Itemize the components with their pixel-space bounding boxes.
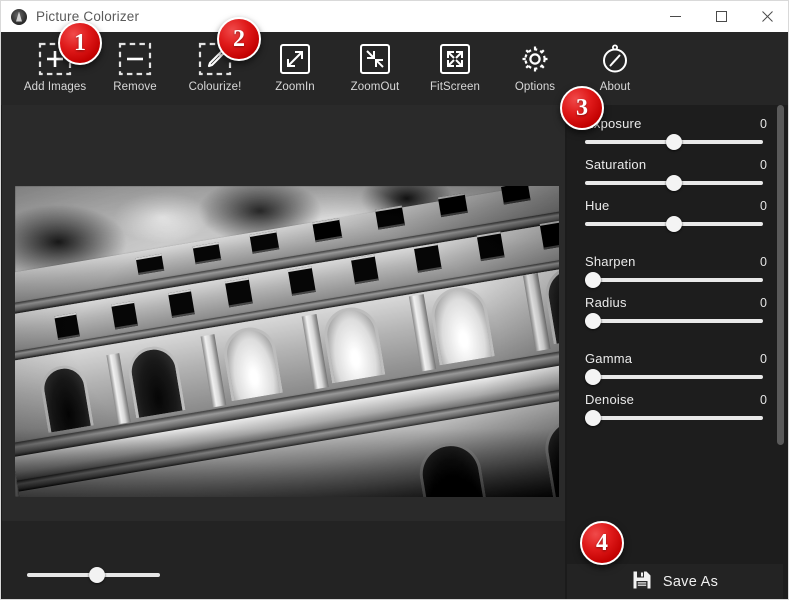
remove-icon: [114, 38, 156, 80]
slider-value-hue: 0: [760, 199, 767, 213]
title-bar: Picture Colorizer: [1, 1, 788, 32]
colosseum-photo: [15, 186, 559, 497]
close-icon[interactable]: [744, 1, 788, 32]
gear-icon: [514, 38, 556, 80]
callout-badge-1: 1: [58, 21, 102, 65]
scrollbar-thumb[interactable]: [777, 105, 784, 445]
toolbar-label-zoomout: ZoomOut: [350, 81, 400, 93]
toolbar-label-fitscreen: FitScreen: [429, 81, 481, 93]
slider-track-sharpen[interactable]: [585, 272, 763, 288]
slider-track-gamma[interactable]: [585, 369, 763, 385]
image-canvas[interactable]: [2, 105, 565, 521]
callout-badge-4: 4: [580, 521, 624, 565]
slider-value-radius: 0: [760, 296, 767, 310]
slider-label-sharpen: Sharpen: [585, 254, 636, 269]
slider-track-hue[interactable]: [585, 216, 763, 232]
slider-label-hue: Hue: [585, 198, 610, 213]
slider-group-sharpen: Sharpen 0 Radius 0: [567, 243, 788, 335]
slider-thumb-hue[interactable]: [666, 216, 682, 232]
slider-row-saturation[interactable]: Saturation 0: [567, 150, 788, 191]
toolbar-button-zoomin[interactable]: ZoomIn: [255, 38, 335, 104]
slider-track-saturation[interactable]: [585, 175, 763, 191]
toolbar-label-add-images: Add Images: [23, 81, 87, 93]
slider-thumb-exposure[interactable]: [666, 134, 682, 150]
slider-group-tone: Gamma 0 Denoise 0: [567, 340, 788, 432]
toolbar-label-zoomin: ZoomIn: [275, 81, 315, 93]
slider-row-gamma[interactable]: Gamma 0: [567, 344, 788, 385]
window-controls: [652, 1, 788, 32]
slider-track-exposure[interactable]: [585, 134, 763, 150]
slider-value-sharpen: 0: [760, 255, 767, 269]
slider-track-denoise[interactable]: [585, 410, 763, 426]
slider-value-denoise: 0: [760, 393, 767, 407]
zoom-slider-thumb[interactable]: [89, 567, 105, 583]
app-logo-icon: [11, 8, 27, 25]
slider-thumb-sharpen[interactable]: [585, 272, 601, 288]
toolbar-label-remove: Remove: [113, 81, 157, 93]
vertical-scrollbar[interactable]: [777, 105, 784, 599]
slider-row-sharpen[interactable]: Sharpen 0: [567, 247, 788, 288]
slider-value-exposure: 0: [760, 117, 767, 131]
toolbar-label-colourize: Colourize!: [188, 81, 242, 93]
toolbar-button-fitscreen[interactable]: FitScreen: [415, 38, 495, 104]
slider-row-radius[interactable]: Radius 0: [567, 288, 788, 329]
zoom-in-icon: [274, 38, 316, 80]
toolbar-label-options: Options: [514, 81, 556, 93]
slider-row-hue[interactable]: Hue 0: [567, 191, 788, 232]
bottom-zoom-bar: [2, 521, 565, 599]
slider-track-radius[interactable]: [585, 313, 763, 329]
slider-label-radius: Radius: [585, 295, 627, 310]
slider-label-gamma: Gamma: [585, 351, 633, 366]
picture-colorizer-window: Picture Colorizer Add Images Remove Colo…: [0, 0, 789, 600]
compass-icon: [594, 38, 636, 80]
maximize-icon[interactable]: [698, 1, 744, 32]
toolbar-button-options[interactable]: Options: [495, 38, 575, 104]
slider-thumb-denoise[interactable]: [585, 410, 601, 426]
toolbar-button-remove[interactable]: Remove: [95, 38, 175, 104]
slider-thumb-saturation[interactable]: [666, 175, 682, 191]
save-as-label: Save As: [662, 574, 719, 590]
zoom-out-icon: [354, 38, 396, 80]
slider-label-saturation: Saturation: [585, 157, 647, 172]
slider-value-gamma: 0: [760, 352, 767, 366]
slider-row-denoise[interactable]: Denoise 0: [567, 385, 788, 426]
callout-badge-2: 2: [217, 17, 261, 61]
toolbar-button-zoomout[interactable]: ZoomOut: [335, 38, 415, 104]
slider-group-color: Exposure 0 Saturation 0 Hue 0: [567, 105, 788, 238]
toolbar: Add Images Remove Colourize! ZoomIn Zoom…: [1, 32, 788, 105]
toolbar-label-about: About: [599, 81, 631, 93]
minimize-icon[interactable]: [652, 1, 698, 32]
slider-thumb-radius[interactable]: [585, 313, 601, 329]
floppy-disk-icon: [632, 570, 652, 595]
slider-value-saturation: 0: [760, 158, 767, 172]
callout-badge-3: 3: [560, 86, 604, 130]
slider-thumb-gamma[interactable]: [585, 369, 601, 385]
fit-screen-icon: [434, 38, 476, 80]
slider-label-denoise: Denoise: [585, 392, 635, 407]
zoom-slider[interactable]: [27, 567, 160, 583]
save-as-button[interactable]: Save As: [567, 564, 783, 599]
